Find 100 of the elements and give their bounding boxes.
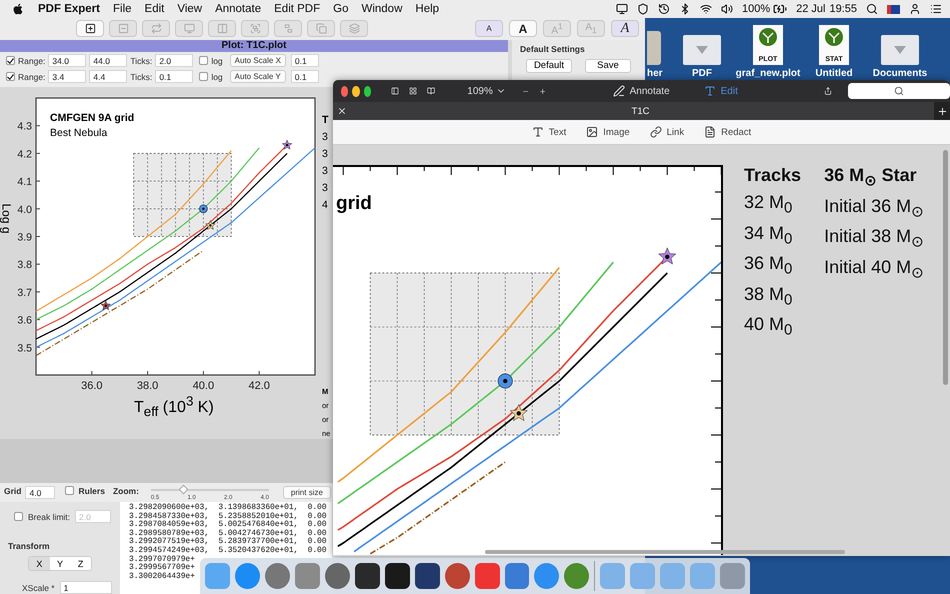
data-line-text: 3.2987084059e+03, 5.0025476840e+01, 0.00 [129, 521, 328, 530]
monitor-icon[interactable] [616, 3, 628, 15]
settings-button[interactable]: Save [585, 58, 631, 73]
input-field[interactable]: 0.1 [155, 70, 194, 84]
menu-item[interactable]: Annotate [215, 3, 262, 15]
slider-thumb[interactable] [179, 484, 189, 494]
settings-button[interactable]: Default [526, 58, 572, 73]
zoom-dropdown[interactable]: 109% [461, 84, 512, 98]
y-tick-label: 4.1 [17, 176, 40, 188]
user-icon[interactable] [909, 3, 921, 15]
app-menu[interactable]: PDF Expert [38, 3, 100, 15]
y-tick-label: 4.0 [17, 204, 32, 216]
desktop-icon-label[interactable]: PDF [692, 68, 712, 79]
checkbox[interactable] [6, 72, 15, 82]
pen-icon [612, 85, 625, 97]
x-axis-label: T$_{eff}$ (10$^{3}$ K) [134, 393, 214, 419]
maximize-button[interactable] [364, 86, 372, 96]
group-icon [250, 23, 260, 34]
y-tick-label: 3.5 [17, 342, 32, 355]
input-field[interactable]: 34.0 [48, 54, 86, 68]
checkbox[interactable] [6, 56, 15, 66]
checkbox[interactable] [199, 56, 208, 66]
grid-field[interactable]: 4.0 [25, 486, 56, 499]
menu-item[interactable]: File [113, 3, 132, 15]
mode-button[interactable]: Annotate [606, 84, 676, 98]
checkbox[interactable] [14, 512, 23, 521]
input-field[interactable]: 4.4 [89, 70, 128, 84]
input-field[interactable]: 2.0 [155, 54, 194, 68]
input-field[interactable]: 0.1 [290, 54, 319, 68]
sidebar-icon[interactable] [391, 85, 400, 97]
checkbox[interactable] [199, 72, 208, 82]
autoscale-button[interactable]: Auto Scale Y [230, 70, 286, 84]
mode-button[interactable]: Edit [698, 84, 744, 98]
minimize-button[interactable] [352, 86, 360, 96]
legend-item: 32 M$_{0}$ [744, 192, 794, 217]
menu-item[interactable]: View [177, 3, 202, 15]
input-field[interactable]: 3.4 [48, 70, 86, 84]
date-text: 22 Jul [796, 3, 826, 15]
clock-icon[interactable] [658, 3, 670, 15]
search-field[interactable] [848, 83, 950, 99]
y-tick-label: 4.0 [17, 204, 40, 216]
flag-icon[interactable] [887, 4, 900, 14]
input-field[interactable]: 0.1 [290, 70, 319, 84]
star-marker [282, 140, 292, 150]
checkbox[interactable] [65, 486, 74, 495]
autoscale-button[interactable]: Auto Scale X [230, 54, 286, 68]
input-field[interactable]: 1 [60, 581, 112, 594]
ungroup-icon [282, 23, 294, 34]
x-tick-label: 38.0 [136, 380, 158, 392]
segment-button[interactable]: Z [70, 557, 91, 570]
app-icon[interactable] [414, 563, 440, 589]
segment-button[interactable]: Y [50, 557, 70, 570]
menu-item[interactable]: Help [415, 3, 440, 15]
toolbar-button[interactable] [76, 20, 104, 38]
search-icon[interactable] [866, 3, 878, 15]
legend-text: 3 [322, 148, 329, 160]
close-icon[interactable] [337, 106, 347, 116]
tool-button[interactable]: Text [532, 126, 566, 138]
app-icon[interactable] [354, 563, 380, 589]
tool-button[interactable]: Image [586, 126, 630, 138]
x-tick-label: 36.0 [81, 380, 103, 392]
shield-icon[interactable] [636, 3, 649, 15]
text-style-button[interactable]: A [509, 20, 537, 38]
menu-item[interactable]: Edit PDF [274, 3, 320, 15]
text-style-button[interactable]: A [611, 20, 639, 38]
desktop-icon-label[interactable]: Documents [872, 68, 928, 79]
battery-icon[interactable] [773, 2, 788, 16]
app-icon[interactable] [384, 563, 410, 589]
document-icon [704, 126, 716, 138]
desktop-icon-label[interactable]: her [647, 68, 663, 79]
columns-icon [216, 23, 228, 34]
volume-icon[interactable] [720, 3, 733, 15]
log-label: log [211, 56, 223, 66]
desktop-icon-label[interactable]: graf_new.plot [736, 68, 800, 79]
menu-item[interactable]: Window [361, 3, 402, 15]
zoom-label: Zoom: [112, 486, 139, 496]
text-cursor-icon [704, 85, 716, 97]
y-tick-label: 4.2 [17, 148, 32, 161]
text-style-button[interactable]: A [475, 20, 503, 38]
book-icon[interactable] [427, 85, 436, 97]
menu-item[interactable]: Go [333, 3, 348, 15]
layers-icon [348, 23, 360, 34]
y-tick-label: 4.1 [17, 176, 32, 188]
y-tick-label: 3.5 [17, 342, 40, 355]
share-icon[interactable] [824, 85, 832, 97]
grid-icon[interactable] [409, 85, 418, 97]
apple-icon[interactable] [12, 3, 24, 15]
print-size-button[interactable]: print size [282, 486, 331, 499]
xscale-label: XScale * [22, 582, 55, 592]
input-field[interactable]: 44.0 [89, 54, 128, 68]
menu-item[interactable]: Edit [144, 3, 164, 15]
y-tick-label: 3.9 [17, 232, 40, 244]
desktop-icon-label[interactable]: Untitled [815, 68, 853, 79]
new-tab-button[interactable] [934, 102, 950, 120]
tool-button[interactable]: Link [650, 126, 684, 138]
segment-button[interactable]: X [29, 557, 50, 570]
zoom-slider[interactable] [150, 485, 269, 494]
plot-title-bar: Plot: T1C.plot [0, 40, 508, 52]
tool-button[interactable]: Redact [704, 126, 752, 138]
close-button[interactable] [341, 86, 348, 96]
